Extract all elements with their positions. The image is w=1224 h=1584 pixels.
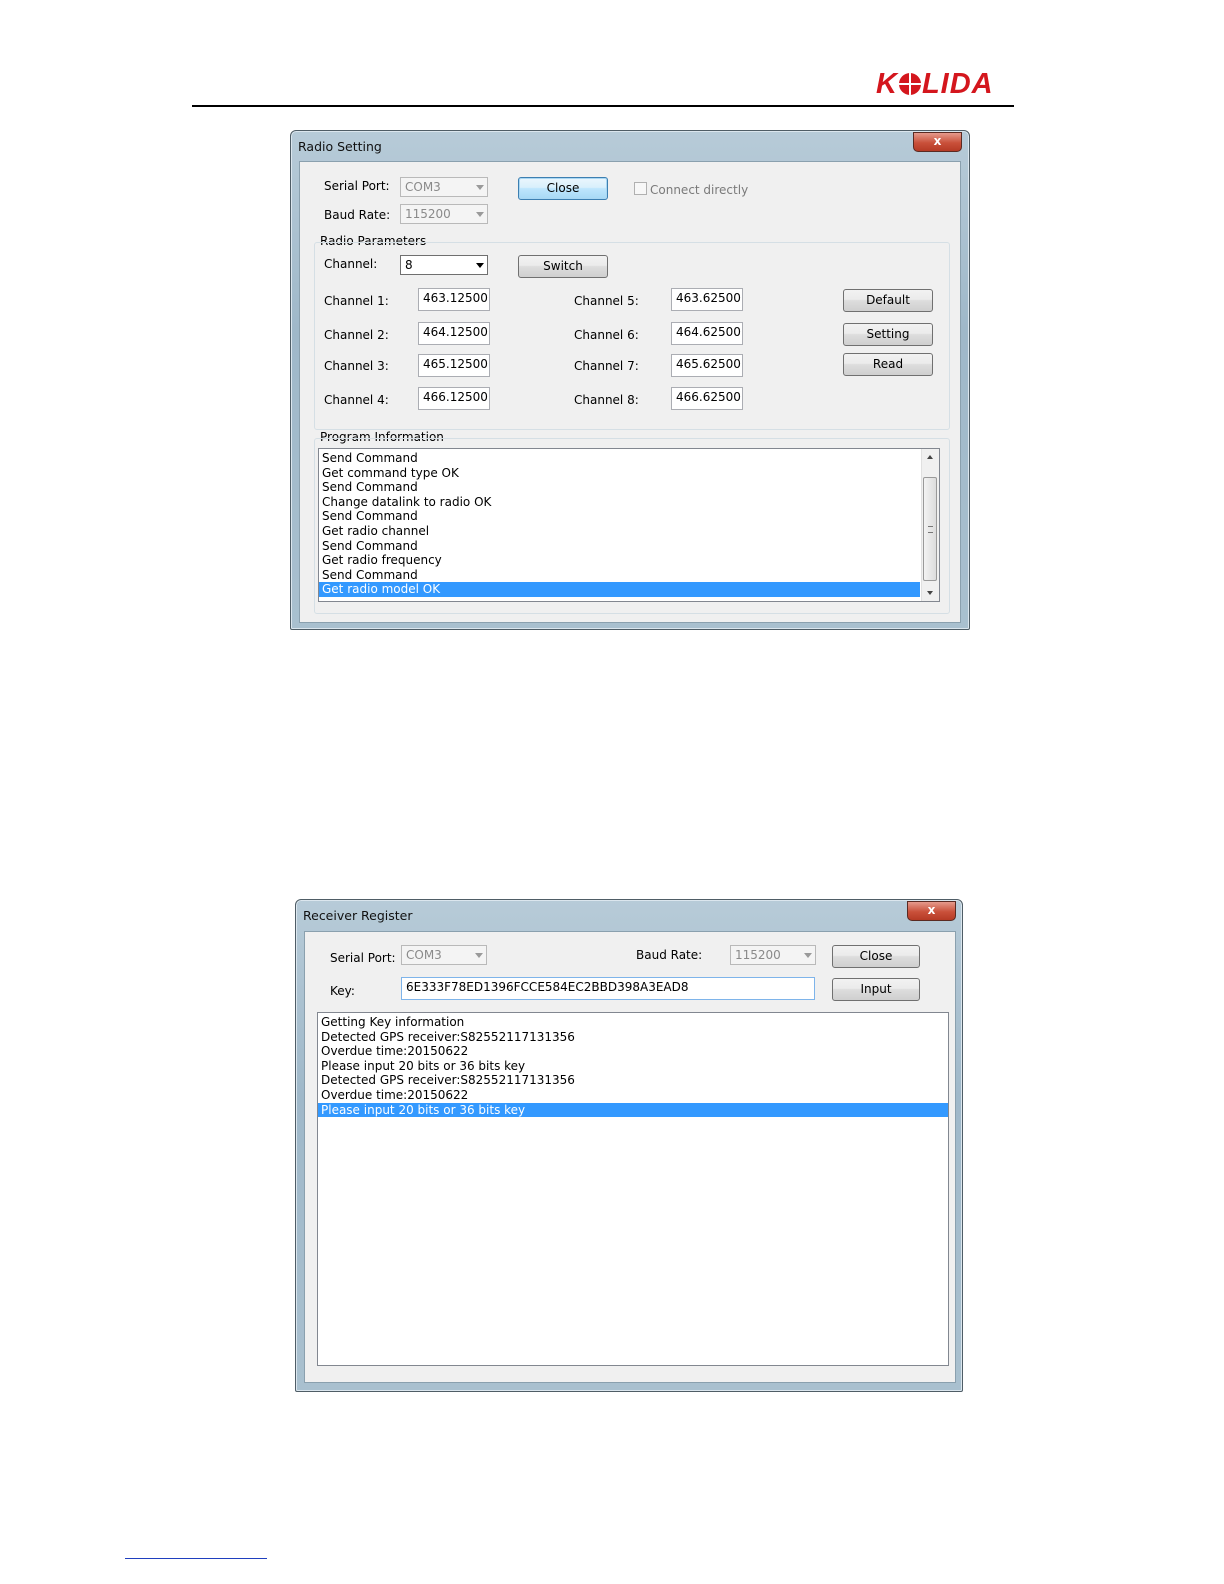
input-button[interactable]: Input <box>832 978 920 1001</box>
default-button[interactable]: Default <box>843 289 933 312</box>
baud-rate-label: Baud Rate: <box>324 208 391 222</box>
channel-combo[interactable]: 8 <box>400 255 488 275</box>
kolida-logo: K LIDA <box>876 68 994 100</box>
window-title: Receiver Register <box>303 908 413 923</box>
footnote-rule <box>125 1558 267 1559</box>
list-item[interactable]: Send Command <box>319 451 920 466</box>
scroll-thumb[interactable] <box>923 477 937 581</box>
chevron-down-icon <box>476 212 484 217</box>
scroll-up-icon[interactable] <box>927 455 933 459</box>
key-label: Key: <box>330 984 355 998</box>
close-window-button[interactable]: x <box>907 901 956 921</box>
channel-4-input[interactable]: 466.12500 <box>418 387 490 410</box>
close-icon: x <box>927 903 936 917</box>
channel-7-input[interactable]: 465.62500 <box>671 354 743 377</box>
baud-rate-combo[interactable]: 115200 <box>730 945 816 965</box>
channel-6-label: Channel 6: <box>574 328 639 342</box>
serial-port-value: COM3 <box>405 180 441 194</box>
setting-button[interactable]: Setting <box>843 323 933 346</box>
list-item[interactable]: Detected GPS receiver:S82552117131356 <box>318 1030 948 1045</box>
close-button[interactable]: Close <box>518 177 608 200</box>
serial-port-combo[interactable]: COM3 <box>401 945 487 965</box>
list-item[interactable]: Send Command <box>319 509 920 524</box>
title-bar[interactable]: Receiver Register x <box>296 900 962 930</box>
channel-2-label: Channel 2: <box>324 328 389 342</box>
chevron-down-icon <box>804 953 812 958</box>
list-item[interactable]: Overdue time:20150622 <box>318 1044 948 1059</box>
baud-rate-value: 115200 <box>405 207 451 221</box>
list-item[interactable]: Get radio frequency <box>319 553 920 568</box>
channel-7-label: Channel 7: <box>574 359 639 373</box>
channel-1-label: Channel 1: <box>324 294 389 308</box>
channel-8-input[interactable]: 466.62500 <box>671 387 743 410</box>
channel-3-label: Channel 3: <box>324 359 389 373</box>
close-icon: x <box>933 134 942 148</box>
channel-3-input[interactable]: 465.12500 <box>418 354 490 377</box>
list-item[interactable]: Send Command <box>319 480 920 495</box>
connect-directly-checkbox[interactable] <box>634 182 647 195</box>
radio-setting-window: Radio Setting x Serial Port: COM3 Baud R… <box>290 130 970 630</box>
scroll-down-icon[interactable] <box>927 591 933 595</box>
list-item[interactable]: Get radio channel <box>319 524 920 539</box>
channel-value: 8 <box>405 258 413 272</box>
read-button[interactable]: Read <box>843 353 933 376</box>
channel-6-input[interactable]: 464.62500 <box>671 322 743 345</box>
grip-icon <box>928 526 933 533</box>
key-input[interactable]: 6E333F78ED1396FCCE584EC2BBD398A3EAD8 <box>401 977 815 1000</box>
window-title: Radio Setting <box>298 139 382 154</box>
serial-port-value: COM3 <box>406 948 442 962</box>
channel-label: Channel: <box>324 257 378 271</box>
log-rows: Getting Key information Detected GPS rec… <box>318 1015 948 1118</box>
list-item-selected[interactable]: Get radio model OK <box>319 582 920 597</box>
list-item-selected[interactable]: Please input 20 bits or 36 bits key <box>318 1102 948 1118</box>
globe-icon <box>898 73 921 95</box>
baud-rate-value: 115200 <box>735 948 781 962</box>
header-rule <box>192 105 1014 107</box>
list-item[interactable]: Send Command <box>319 539 920 554</box>
receiver-register-window: Receiver Register x Serial Port: COM3 Ba… <box>295 899 963 1392</box>
list-item[interactable]: Detected GPS receiver:S82552117131356 <box>318 1073 948 1088</box>
program-information-log[interactable]: Send Command Get command type OK Send Co… <box>318 448 940 602</box>
baud-rate-combo[interactable]: 115200 <box>400 204 488 224</box>
channel-4-label: Channel 4: <box>324 393 389 407</box>
connect-directly-label: Connect directly <box>650 183 749 197</box>
title-bar[interactable]: Radio Setting x <box>291 131 969 161</box>
list-item[interactable]: Send Command <box>319 568 920 583</box>
vertical-scrollbar[interactable] <box>921 449 939 601</box>
baud-rate-label: Baud Rate: <box>636 948 703 962</box>
chevron-down-icon <box>476 263 484 268</box>
serial-port-label: Serial Port: <box>330 951 396 965</box>
register-log[interactable]: Getting Key information Detected GPS rec… <box>317 1012 949 1366</box>
chevron-down-icon <box>476 185 484 190</box>
list-item[interactable]: Getting Key information <box>318 1015 948 1030</box>
channel-5-label: Channel 5: <box>574 294 639 308</box>
dialog-client: Serial Port: COM3 Baud Rate: 115200 Clos… <box>299 161 961 623</box>
channel-2-input[interactable]: 464.12500 <box>418 322 490 345</box>
channel-8-label: Channel 8: <box>574 393 639 407</box>
list-item[interactable]: Please input 20 bits or 36 bits key <box>318 1059 948 1074</box>
close-button[interactable]: Close <box>832 945 920 968</box>
switch-button[interactable]: Switch <box>518 255 608 278</box>
serial-port-label: Serial Port: <box>324 179 390 193</box>
serial-port-combo[interactable]: COM3 <box>400 177 488 197</box>
list-item[interactable]: Change datalink to radio OK <box>319 495 920 510</box>
channel-5-input[interactable]: 463.62500 <box>671 288 743 311</box>
close-window-button[interactable]: x <box>913 132 962 152</box>
chevron-down-icon <box>475 953 483 958</box>
channel-1-input[interactable]: 463.12500 <box>418 288 490 311</box>
list-item[interactable]: Get command type OK <box>319 466 920 481</box>
log-rows: Send Command Get command type OK Send Co… <box>319 451 920 597</box>
dialog-client: Serial Port: COM3 Baud Rate: 115200 Clos… <box>304 931 956 1383</box>
list-item[interactable]: Overdue time:20150622 <box>318 1088 948 1103</box>
